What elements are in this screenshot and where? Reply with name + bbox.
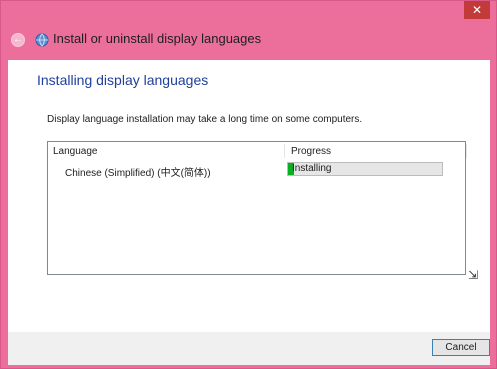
column-header-language[interactable]: Language <box>53 146 98 157</box>
list-item-language[interactable]: Chinese (Simplified) (中文(简体)) <box>65 164 211 179</box>
close-icon: ✕ <box>471 3 483 17</box>
progress-status-text: Installing <box>292 163 332 174</box>
column-divider[interactable] <box>284 144 285 158</box>
dialog-window: ✕ ← Install or uninstall display languag… <box>0 0 497 369</box>
language-globe-icon <box>35 33 49 47</box>
description-text: Display language installation may take a… <box>47 114 363 125</box>
column-header-progress[interactable]: Progress <box>291 146 331 157</box>
cancel-button[interactable]: Cancel <box>432 339 490 356</box>
back-arrow-icon: ← <box>13 34 23 45</box>
languages-list[interactable]: Language Progress Chinese (Simplified) (… <box>47 141 467 275</box>
close-button[interactable]: ✕ <box>464 1 490 19</box>
back-button[interactable]: ← <box>11 33 25 47</box>
button-bar: Cancel <box>8 332 490 365</box>
column-divider[interactable] <box>466 144 467 158</box>
page-heading: Installing display languages <box>37 72 209 88</box>
installation-progress-bar: Installing <box>287 162 443 176</box>
window-title: Install or uninstall display languages <box>53 31 262 46</box>
title-bar: ← Install or uninstall display languages <box>1 23 497 59</box>
content-panel: Installing display languages Display lan… <box>8 60 490 332</box>
mouse-cursor-icon: ⇲ <box>468 268 479 282</box>
